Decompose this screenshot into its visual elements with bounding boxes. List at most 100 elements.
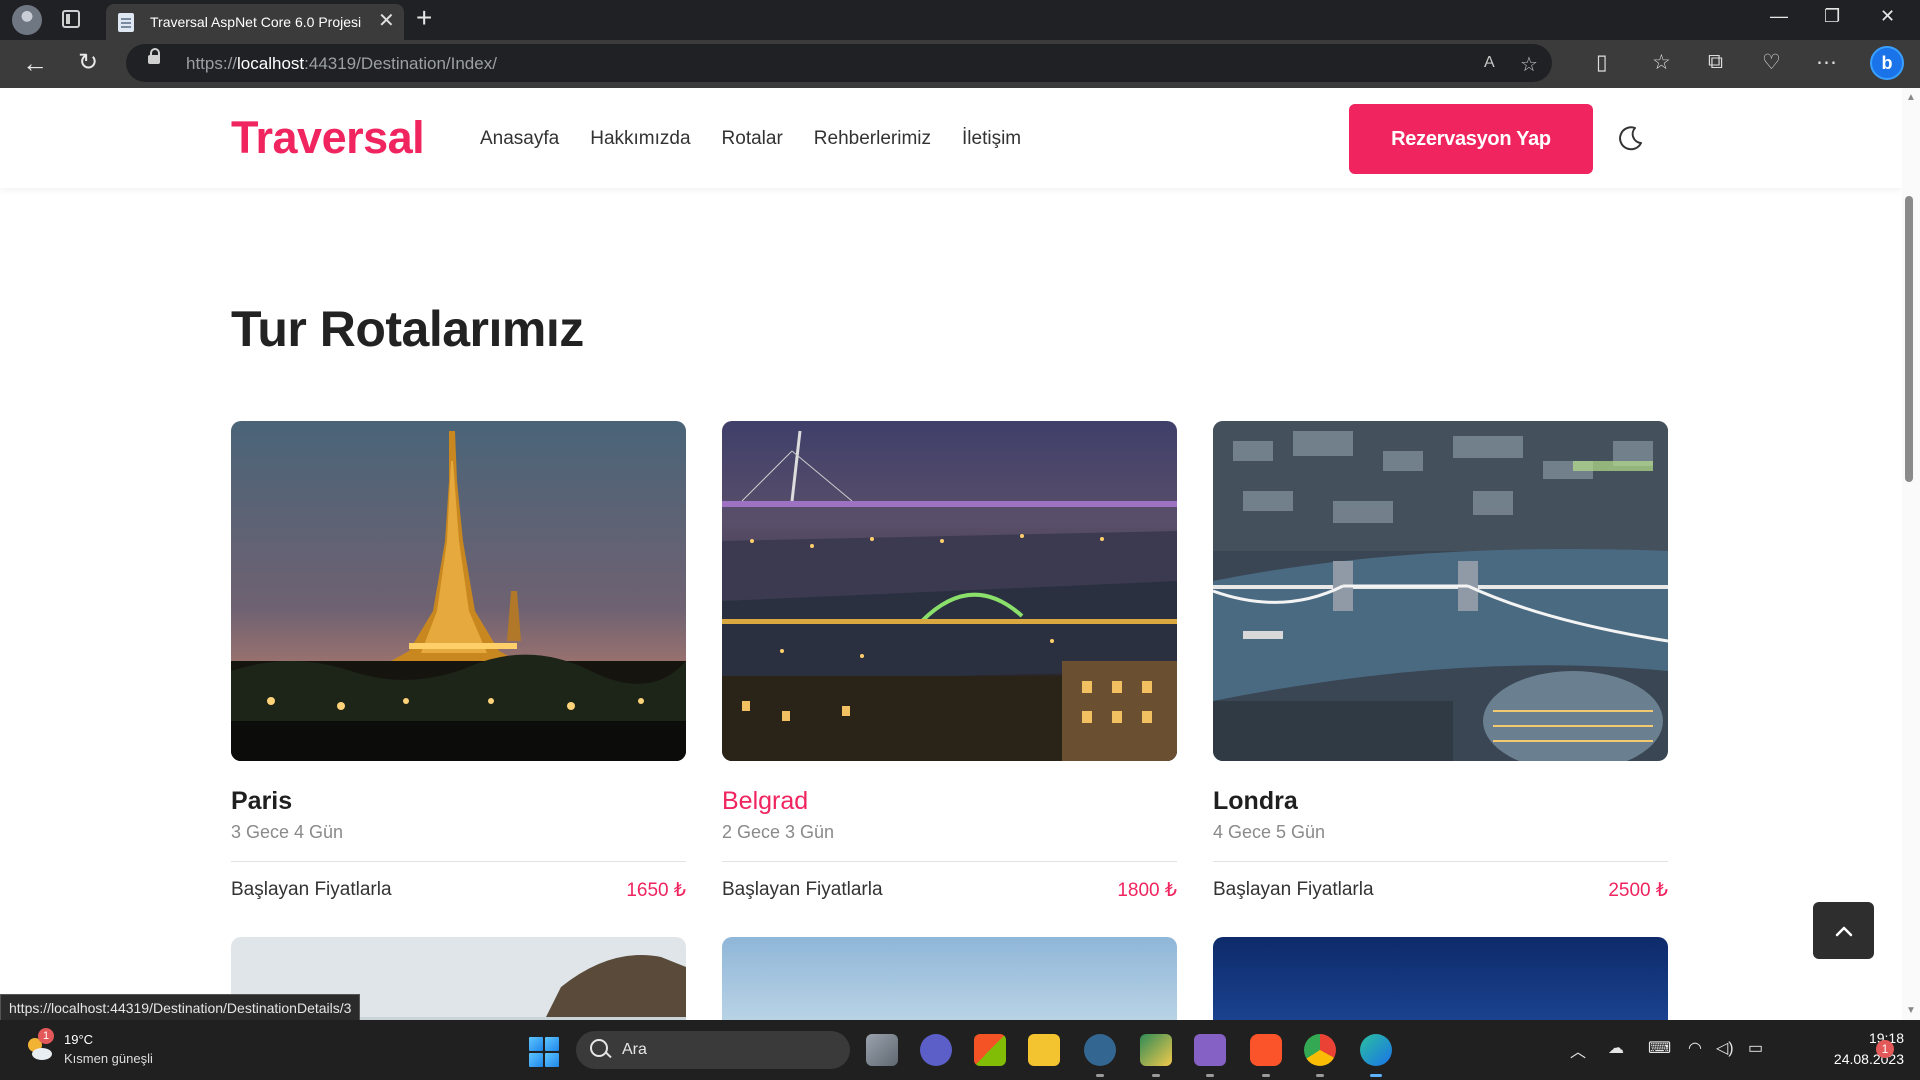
- destination-card-paris[interactable]: Paris 3 Gece 4 Gün Başlayan Fiyatlarla 1…: [231, 421, 686, 902]
- back-to-top-button[interactable]: [1813, 902, 1874, 959]
- microsoft-store-icon[interactable]: [974, 1034, 1006, 1066]
- browser-tab-active[interactable]: Traversal AspNet Core 6.0 Projesi ✕: [106, 4, 404, 40]
- destination-duration: 2 Gece 3 Gün: [722, 822, 835, 842]
- tray-overflow-chevron-icon[interactable]: ︿: [1570, 1038, 1586, 1062]
- destination-card-next-2[interactable]: [722, 937, 1177, 1020]
- status-bar-link-preview: https://localhost:44319/Destination/Dest…: [0, 994, 361, 1022]
- card-footer: Başlayan Fiyatlarla 2500 ₺: [1213, 879, 1668, 902]
- londra-image[interactable]: [1213, 421, 1668, 761]
- destination-card-belgrad[interactable]: Belgrad 2 Gece 3 Gün Başlayan Fiyatlarla…: [722, 421, 1177, 902]
- more-menu-icon[interactable]: ⋯: [1816, 50, 1837, 75]
- destination-name[interactable]: Paris: [231, 787, 686, 816]
- chevron-up-icon: [1835, 926, 1852, 936]
- split-screen-icon[interactable]: ▯: [1596, 50, 1608, 75]
- read-aloud-icon[interactable]: A: [1484, 54, 1495, 72]
- taskbar-search[interactable]: Ara: [576, 1031, 850, 1069]
- search-placeholder: Ara: [622, 1041, 647, 1058]
- back-arrow-icon[interactable]: ←: [22, 49, 48, 77]
- card-divider: [231, 861, 686, 862]
- close-window-button[interactable]: ✕: [1880, 6, 1895, 27]
- section-title: Tur Rotalarımız: [231, 301, 584, 357]
- weather-temperature[interactable]: 19°C: [64, 1032, 93, 1047]
- url-text[interactable]: https://localhost:44319/Destination/Inde…: [186, 54, 497, 74]
- destination-duration: 3 Gece 4 Gün: [231, 822, 344, 842]
- nav-item-routes[interactable]: Rotalar: [722, 128, 783, 150]
- bing-copilot-icon[interactable]: b: [1870, 46, 1904, 80]
- browser-tab-bar: Traversal AspNet Core 6.0 Projesi ✕ + — …: [0, 0, 1920, 40]
- browser-essentials-icon[interactable]: ♡: [1762, 50, 1781, 75]
- lock-icon[interactable]: [148, 48, 160, 64]
- scroll-up-arrow-icon[interactable]: ▲: [1906, 92, 1916, 103]
- sql-tool-icon[interactable]: [1140, 1034, 1172, 1066]
- tab-close-icon[interactable]: ✕: [378, 10, 395, 32]
- card-footer: Başlayan Fiyatlarla 1650 ₺: [231, 879, 686, 902]
- nav-item-home[interactable]: Anasayfa: [480, 128, 559, 150]
- favorite-star-icon[interactable]: ☆: [1520, 52, 1538, 77]
- price-value: 1650 ₺: [626, 880, 686, 901]
- destination-card-londra[interactable]: Londra 4 Gece 5 Gün Başlayan Fiyatlarla …: [1213, 421, 1668, 902]
- destination-duration: 4 Gece 5 Gün: [1213, 822, 1326, 842]
- site-header: Traversal Anasayfa Hakkımızda Rotalar Re…: [0, 88, 1902, 188]
- destination-name[interactable]: Belgrad: [722, 787, 1177, 816]
- nav-item-about[interactable]: Hakkımızda: [590, 128, 690, 150]
- app-running-indicator: [1262, 1074, 1270, 1077]
- belgrad-image[interactable]: [722, 421, 1177, 761]
- favorites-icon[interactable]: ☆: [1652, 50, 1671, 75]
- app-active-indicator: [1370, 1074, 1382, 1077]
- collections-icon[interactable]: ⧉: [1708, 50, 1723, 74]
- app-running-indicator: [1206, 1074, 1214, 1077]
- volume-icon[interactable]: ◁): [1716, 1038, 1734, 1058]
- postgresql-icon[interactable]: [1084, 1034, 1116, 1066]
- restore-button[interactable]: ❐: [1824, 6, 1840, 27]
- scroll-down-arrow-icon[interactable]: ▼: [1906, 1005, 1916, 1016]
- main-nav: Anasayfa Hakkımızda Rotalar Rehberlerimi…: [480, 128, 1021, 150]
- weather-badge: 1: [38, 1028, 54, 1044]
- profile-avatar[interactable]: [12, 5, 42, 35]
- brave-browser-icon[interactable]: [1250, 1034, 1282, 1066]
- search-icon: [590, 1039, 608, 1057]
- price-value: 2500 ₺: [1608, 880, 1668, 901]
- tab-title: Traversal AspNet Core 6.0 Projesi: [150, 14, 362, 30]
- url-host: localhost: [237, 54, 305, 73]
- nav-item-contact[interactable]: İletişim: [962, 128, 1021, 150]
- weather-description[interactable]: Kısmen güneşli: [64, 1051, 153, 1066]
- address-bar[interactable]: https://localhost:44319/Destination/Inde…: [126, 44, 1552, 82]
- nav-item-guides[interactable]: Rehberlerimiz: [814, 128, 931, 150]
- tab-actions-icon[interactable]: [62, 10, 80, 28]
- new-tab-button[interactable]: +: [416, 4, 432, 32]
- minimize-button[interactable]: —: [1770, 6, 1788, 27]
- teams-chat-icon[interactable]: [920, 1034, 952, 1066]
- task-view-icon[interactable]: [866, 1034, 898, 1066]
- windows-taskbar: 1 19°C Kısmen güneşli Ara ︿ ☁ ⌨ ◠ ◁) ▭ 1…: [0, 1020, 1920, 1080]
- page-favicon-icon: [118, 13, 134, 32]
- destination-name[interactable]: Londra: [1213, 787, 1668, 816]
- paris-image[interactable]: [231, 421, 686, 761]
- notification-badge[interactable]: 1: [1876, 1040, 1894, 1058]
- page-viewport: Traversal Anasayfa Hakkımızda Rotalar Re…: [0, 88, 1902, 1020]
- chrome-icon[interactable]: [1304, 1034, 1336, 1066]
- card-divider: [722, 861, 1177, 862]
- card-divider: [1213, 861, 1668, 862]
- price-label: Başlayan Fiyatlarla: [1213, 879, 1374, 900]
- moon-icon[interactable]: [1617, 124, 1645, 152]
- app-running-indicator: [1152, 1074, 1160, 1077]
- keyboard-icon[interactable]: ⌨: [1648, 1038, 1671, 1058]
- destination-card-next-3[interactable]: [1213, 937, 1668, 1020]
- file-explorer-icon[interactable]: [1028, 1034, 1060, 1066]
- url-scheme: https://: [186, 54, 238, 73]
- price-value: 1800 ₺: [1117, 880, 1177, 901]
- refresh-icon[interactable]: ↻: [78, 49, 98, 77]
- reservation-button[interactable]: Rezervasyon Yap: [1349, 104, 1593, 174]
- edge-icon[interactable]: [1360, 1034, 1392, 1066]
- app-running-indicator: [1316, 1074, 1324, 1077]
- price-label: Başlayan Fiyatlarla: [722, 879, 883, 900]
- browser-toolbar: ← ↻ https://localhost:44319/Destination/…: [0, 40, 1920, 88]
- onedrive-cloud-icon[interactable]: ☁: [1608, 1038, 1624, 1058]
- visual-studio-icon[interactable]: [1194, 1034, 1226, 1066]
- app-running-indicator: [1096, 1074, 1104, 1077]
- wifi-icon[interactable]: ◠: [1688, 1038, 1702, 1058]
- site-logo[interactable]: Traversal: [231, 112, 425, 164]
- windows-start-icon[interactable]: [529, 1037, 559, 1067]
- battery-icon[interactable]: ▭: [1748, 1038, 1763, 1058]
- scrollbar-thumb[interactable]: [1905, 196, 1913, 482]
